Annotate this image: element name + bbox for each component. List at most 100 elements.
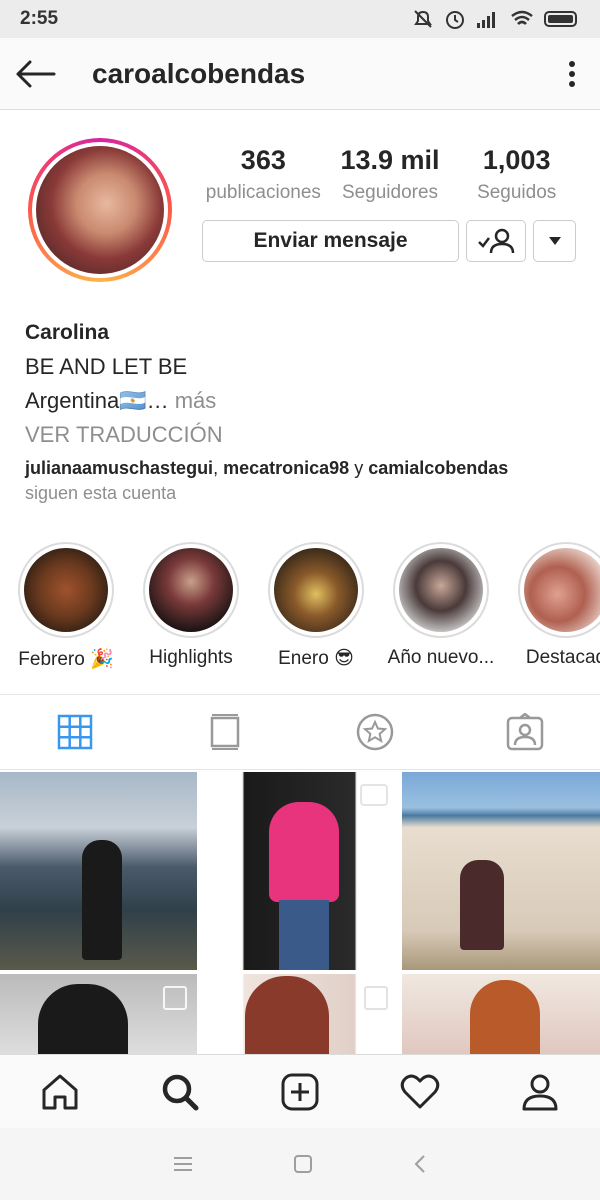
stat-following-value: 1,003 bbox=[482, 145, 551, 175]
highlight-label: Highlights bbox=[149, 647, 233, 668]
avatar-story-ring[interactable] bbox=[28, 138, 172, 282]
post-subject-figure bbox=[460, 860, 504, 950]
tab-guides[interactable] bbox=[300, 695, 450, 769]
tab-tagged[interactable] bbox=[450, 695, 600, 769]
nav-profile[interactable] bbox=[480, 1055, 600, 1128]
bio-line-1: BE AND LET BE bbox=[25, 354, 188, 379]
home-square-icon[interactable] bbox=[293, 1154, 313, 1174]
post-thumbnail[interactable] bbox=[0, 974, 197, 1054]
highlight-cover bbox=[524, 548, 600, 632]
battery-icon bbox=[544, 11, 577, 27]
stat-posts[interactable]: 363 publicaciones bbox=[200, 145, 327, 204]
profile-header: caroalcobendas bbox=[0, 38, 600, 110]
mute-icon bbox=[414, 10, 432, 28]
status-icons bbox=[412, 8, 580, 30]
stat-posts-value: 363 bbox=[240, 145, 286, 175]
story-highlights: Febrero 🎉 Highlights Enero 😎 Año nuevo..… bbox=[0, 542, 600, 682]
feed-icon bbox=[210, 714, 240, 750]
post-thumbnail[interactable] bbox=[402, 974, 600, 1054]
followed-by-users: julianaamuschastegui, mecatronica98 y ca… bbox=[25, 458, 509, 478]
stat-followers-value: 13.9 mil bbox=[340, 145, 440, 175]
highlight-cover bbox=[149, 548, 233, 632]
alarm-icon bbox=[446, 11, 464, 29]
suggestions-dropdown-button[interactable] bbox=[533, 220, 576, 262]
see-translation-link[interactable]: VER TRADUCCIÓN bbox=[25, 418, 585, 452]
heart-icon bbox=[400, 1074, 440, 1108]
profile-tabs bbox=[0, 694, 600, 770]
home-icon bbox=[42, 1074, 78, 1109]
tab-grid[interactable] bbox=[0, 695, 150, 769]
search-icon bbox=[162, 1074, 199, 1110]
more-vertical-icon bbox=[569, 60, 575, 87]
post-thumbnail[interactable] bbox=[201, 772, 398, 970]
avatar bbox=[36, 146, 164, 274]
profile-display-name: Carolina bbox=[25, 321, 110, 344]
back-button[interactable] bbox=[0, 38, 72, 110]
menu-icon[interactable] bbox=[173, 1156, 193, 1172]
highlight-cover bbox=[399, 548, 483, 632]
following-check-icon bbox=[478, 228, 515, 254]
stat-followers-label: Seguidores bbox=[341, 182, 439, 203]
carousel-post-icon bbox=[163, 986, 187, 1010]
followed-by[interactable]: julianaamuschastegui, mecatronica98 y ca… bbox=[25, 456, 585, 506]
highlight-cover bbox=[274, 548, 358, 632]
stat-posts-label: publicaciones bbox=[205, 182, 321, 203]
system-navigation-bar bbox=[0, 1128, 600, 1200]
highlight-item[interactable]: Destacad bbox=[511, 542, 600, 669]
bio-more-link[interactable]: más bbox=[175, 388, 217, 413]
status-bar: 2:55 bbox=[0, 0, 600, 38]
follower-name-2: mecatronica98 bbox=[223, 458, 350, 478]
nav-home[interactable] bbox=[0, 1055, 120, 1128]
stat-following[interactable]: 1,003 Seguidos bbox=[453, 145, 580, 204]
post-thumbnail[interactable] bbox=[402, 772, 600, 970]
carousel-post-icon bbox=[364, 986, 388, 1010]
post-subject-figure bbox=[38, 984, 128, 1054]
stat-following-label: Seguidos bbox=[477, 182, 557, 203]
nav-search[interactable] bbox=[120, 1055, 240, 1128]
profile-bio: Carolina BE AND LET BE Argentina🇦🇷… más … bbox=[25, 316, 585, 452]
highlight-item[interactable]: Enero 😎 bbox=[261, 542, 371, 670]
nav-activity[interactable] bbox=[360, 1055, 480, 1128]
tagged-user-icon bbox=[506, 713, 544, 751]
posts-grid bbox=[0, 772, 600, 1054]
highlight-item[interactable]: Febrero 🎉 bbox=[11, 542, 121, 671]
star-circle-icon bbox=[356, 713, 394, 751]
send-message-button[interactable]: Enviar mensaje bbox=[202, 220, 459, 262]
highlight-cover bbox=[24, 548, 108, 632]
profile-icon bbox=[522, 1074, 558, 1110]
post-thumbnail[interactable] bbox=[0, 772, 197, 970]
video-post-icon bbox=[360, 784, 388, 806]
stat-followers[interactable]: 13.9 mil Seguidores bbox=[327, 145, 454, 204]
post-subject-figure bbox=[470, 980, 540, 1054]
tab-feed[interactable] bbox=[150, 695, 300, 769]
wifi-icon bbox=[511, 10, 533, 25]
follower-name-3: camialcobendas bbox=[368, 458, 509, 478]
highlight-label: Febrero 🎉 bbox=[18, 649, 114, 670]
profile-username: caroalcobendas bbox=[92, 57, 306, 89]
back-arrow-icon bbox=[16, 60, 56, 87]
bio-line-2: Argentina🇦🇷… más bbox=[25, 384, 585, 418]
options-button[interactable] bbox=[544, 38, 600, 110]
nav-new-post[interactable] bbox=[240, 1055, 360, 1128]
signal-icon bbox=[477, 12, 495, 28]
highlight-item[interactable]: Año nuevo... bbox=[386, 542, 496, 669]
post-subject-figure bbox=[269, 802, 339, 902]
back-chevron-icon[interactable] bbox=[413, 1154, 427, 1174]
caret-down-icon bbox=[548, 237, 561, 245]
follower-name-1: julianaamuschastegui bbox=[25, 458, 214, 478]
highlight-item[interactable]: Highlights bbox=[136, 542, 246, 669]
bottom-navigation bbox=[0, 1054, 600, 1128]
grid-icon bbox=[57, 714, 93, 750]
profile-stats: 363 publicaciones 13.9 mil Seguidores 1,… bbox=[200, 145, 580, 204]
highlight-label: Año nuevo... bbox=[387, 647, 495, 668]
highlight-label: Destacad bbox=[525, 647, 600, 668]
highlight-label: Enero 😎 bbox=[278, 648, 354, 669]
followed-by-suffix: siguen esta cuenta bbox=[25, 483, 177, 503]
post-subject-figure bbox=[82, 840, 122, 960]
profile-actions: Enviar mensaje bbox=[202, 220, 576, 262]
status-time: 2:55 bbox=[20, 8, 59, 29]
add-post-icon bbox=[281, 1073, 319, 1110]
post-thumbnail[interactable] bbox=[201, 974, 398, 1054]
bio-line-2-text: Argentina🇦🇷… bbox=[25, 388, 169, 413]
following-button[interactable] bbox=[466, 220, 526, 262]
